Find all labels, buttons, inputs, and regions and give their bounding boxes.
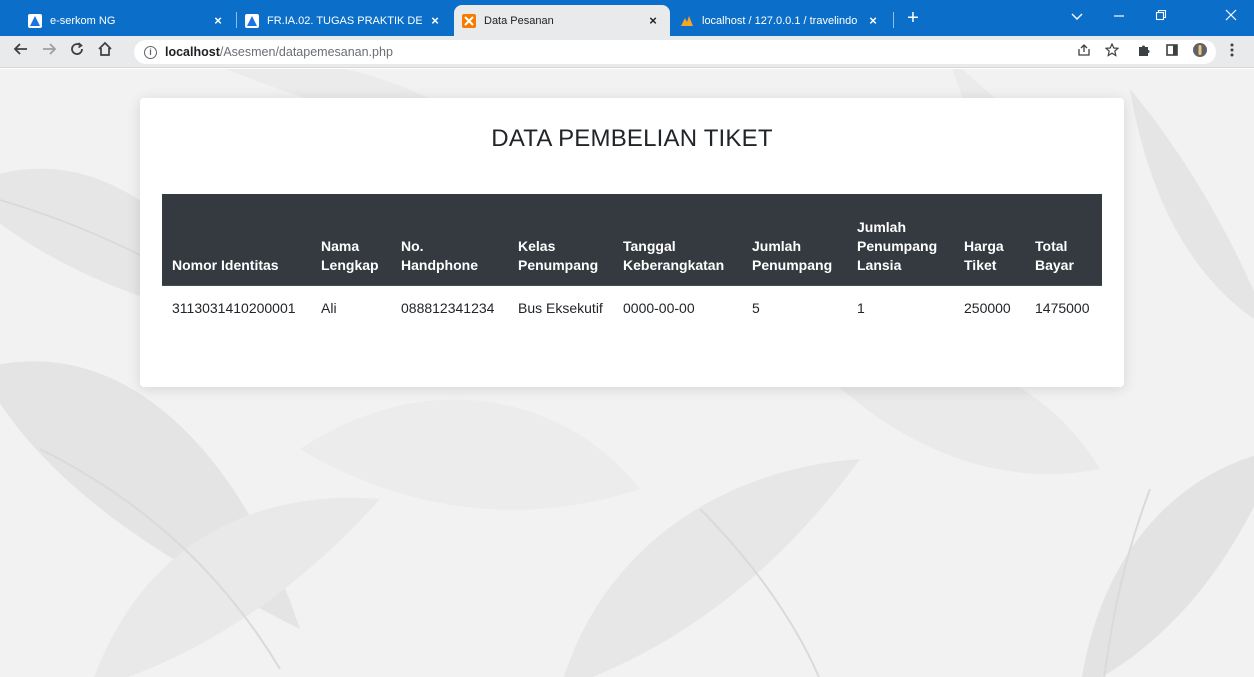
extensions-puzzle-icon[interactable] <box>1134 42 1154 62</box>
share-icon[interactable] <box>1074 42 1094 62</box>
browser-tab-strip: e-serkom NG × FR.IA.02. TUGAS PRAKTIK DE… <box>0 0 1254 36</box>
table-body: 3113031410200001 Ali 088812341234 Bus Ek… <box>162 285 1102 329</box>
data-card: DATA PEMBELIAN TIKET Nomor Identitas Nam… <box>140 98 1124 387</box>
tab-data-pesanan[interactable]: Data Pesanan × <box>454 5 670 36</box>
triangle-logo-icon <box>245 13 259 28</box>
column-header: Nama Lengkap <box>311 194 391 286</box>
page-viewport: DATA PEMBELIAN TIKET Nomor Identitas Nam… <box>0 69 1254 677</box>
profile-avatar-icon[interactable] <box>1190 42 1210 62</box>
side-panel-icon[interactable] <box>1162 42 1182 62</box>
close-window-icon[interactable] <box>1216 6 1246 28</box>
tab-eserkom[interactable]: e-serkom NG × <box>20 5 235 36</box>
forward-arrow-icon[interactable] <box>38 41 60 63</box>
address-path: /Asesmen/datapemesanan.php <box>219 45 393 59</box>
table-cell: 1 <box>857 299 865 316</box>
back-arrow-icon[interactable] <box>10 41 32 63</box>
address-bar[interactable]: i localhost/Asesmen/datapemesanan.php <box>134 40 1216 64</box>
bookmark-star-icon[interactable] <box>1102 42 1122 62</box>
ticket-table: Nomor Identitas Nama Lengkap No. Handpho… <box>162 194 1102 329</box>
page-title: DATA PEMBELIAN TIKET <box>491 125 773 152</box>
table-cell: 3113031410200001 <box>172 299 296 316</box>
tab-frIa02[interactable]: FR.IA.02. TUGAS PRAKTIK DEMOI × <box>237 5 452 36</box>
table-cell: 0000-00-00 <box>623 299 695 316</box>
triangle-logo-icon <box>28 13 42 28</box>
column-header: Harga Tiket <box>954 194 1025 286</box>
column-header: Total Bayar <box>1025 194 1102 286</box>
column-header: No. Handphone <box>391 194 508 286</box>
xampp-icon <box>462 13 476 28</box>
phpmyadmin-icon <box>680 14 694 28</box>
column-header: Kelas Penumpang <box>508 194 613 286</box>
tab-title: e-serkom NG <box>50 14 116 27</box>
table-cell: Bus Eksekutif <box>518 299 603 316</box>
new-tab-button[interactable]: + <box>902 8 924 30</box>
close-icon[interactable]: × <box>866 13 880 28</box>
close-icon[interactable]: × <box>211 13 225 28</box>
table-cell: 250000 <box>964 299 1011 316</box>
reload-icon[interactable] <box>66 41 88 63</box>
table-cell: Ali <box>321 299 337 316</box>
table-cell: 5 <box>752 299 760 316</box>
table-header-row: Nomor Identitas Nama Lengkap No. Handpho… <box>162 194 1102 286</box>
menu-kebab-icon[interactable] <box>1222 42 1242 62</box>
column-header: Jumlah Penumpang <box>742 194 847 286</box>
close-icon[interactable]: × <box>428 13 442 28</box>
minimize-icon[interactable] <box>1104 6 1134 28</box>
tab-separator <box>893 12 894 28</box>
site-info-icon[interactable]: i <box>144 45 157 59</box>
tab-title: Data Pesanan <box>484 14 554 27</box>
home-icon[interactable] <box>94 41 116 63</box>
tab-title: FR.IA.02. TUGAS PRAKTIK DEMOI <box>267 14 422 27</box>
column-header: Jumlah Penumpang Lansia <box>847 194 954 286</box>
restore-icon[interactable] <box>1146 6 1176 28</box>
tab-search-icon[interactable] <box>1062 6 1092 28</box>
column-header: Nomor Identitas <box>162 194 311 286</box>
column-header: Tanggal Keberangkatan <box>613 194 742 286</box>
tab-title: localhost / 127.0.0.1 / travelindo <box>702 14 858 27</box>
tab-phpmyadmin[interactable]: localhost / 127.0.0.1 / travelindo × <box>672 5 890 36</box>
table-header: Nomor Identitas Nama Lengkap No. Handpho… <box>162 194 1102 286</box>
table-row: 3113031410200001 Ali 088812341234 Bus Ek… <box>162 285 1102 329</box>
address-host: localhost <box>165 45 220 59</box>
browser-toolbar: i localhost/Asesmen/datapemesanan.php <box>0 36 1254 68</box>
table-cell: 088812341234 <box>401 299 495 316</box>
table-cell: 1475000 <box>1035 299 1090 316</box>
close-icon[interactable]: × <box>646 13 660 28</box>
